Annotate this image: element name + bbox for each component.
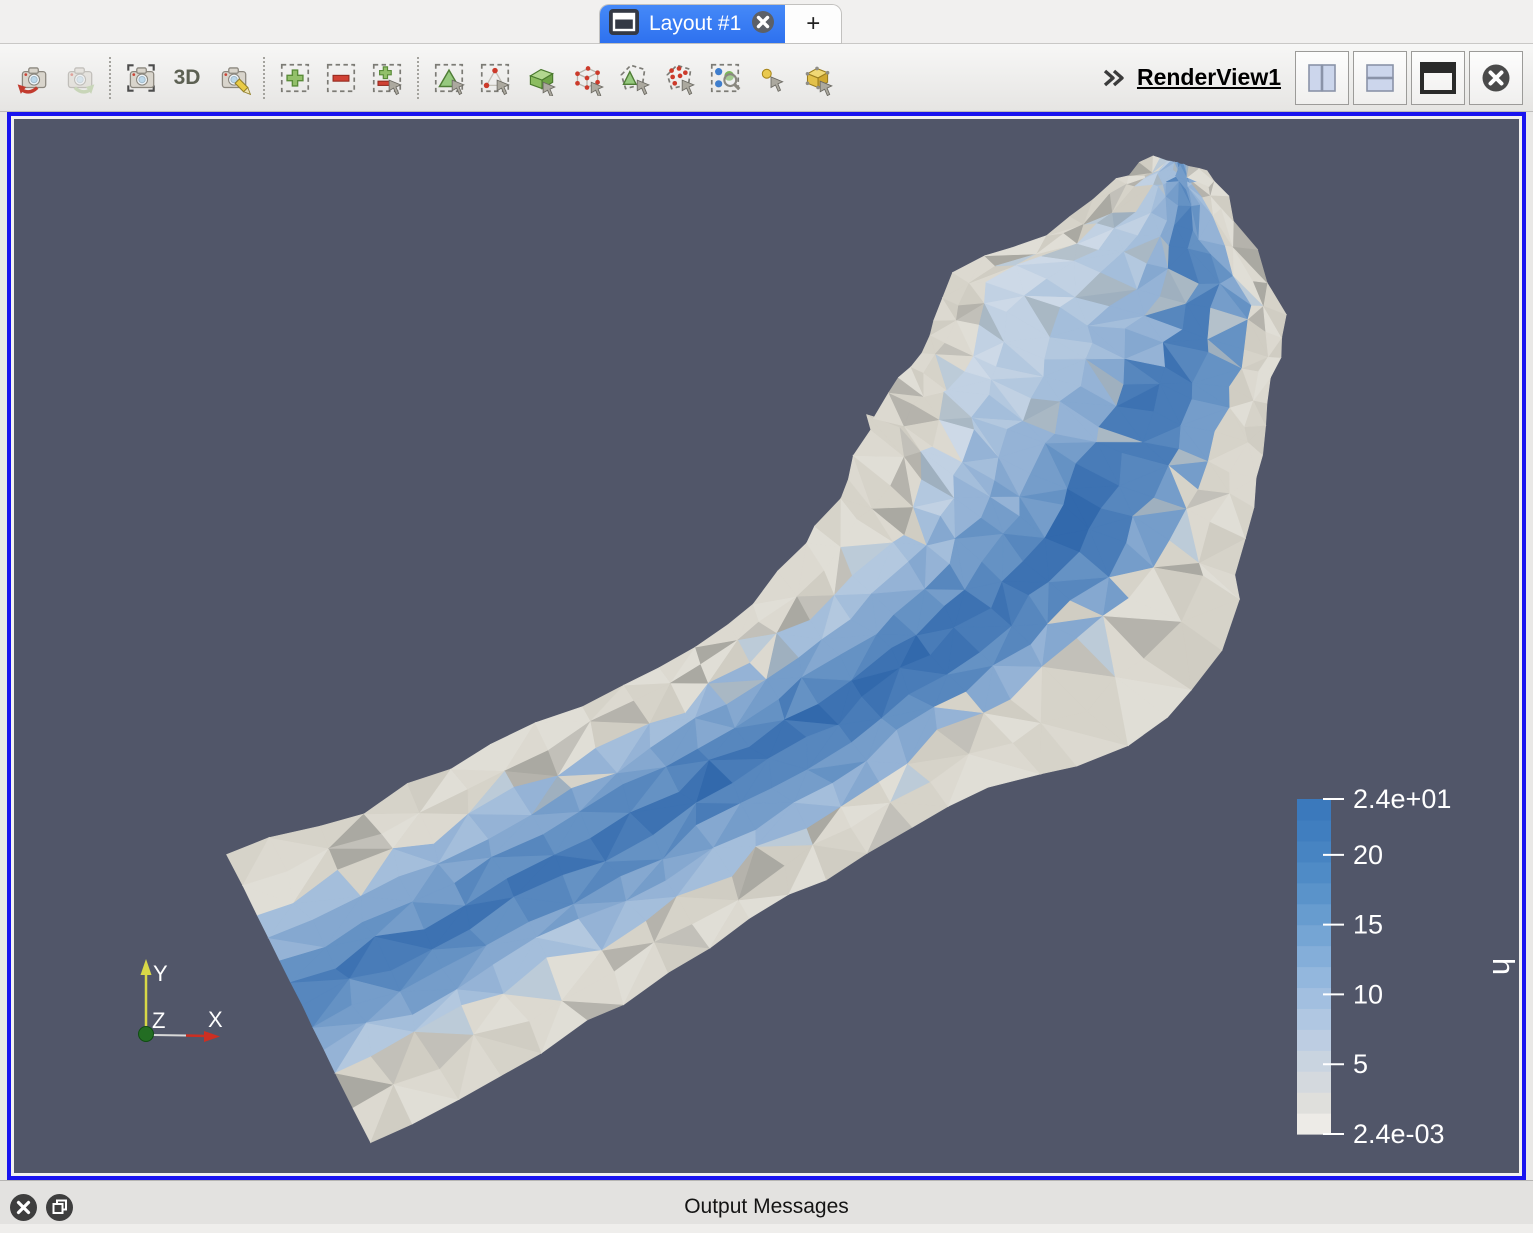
layout-tab[interactable]: Layout #1 bbox=[600, 5, 785, 43]
select-cells-through-icon bbox=[523, 60, 559, 96]
select-points-on-button[interactable] bbox=[472, 55, 518, 101]
interactive-select-button[interactable] bbox=[702, 55, 748, 101]
undo-camera-icon bbox=[15, 60, 51, 96]
new-tab-button[interactable]: + bbox=[785, 5, 841, 43]
edit-camera-icon bbox=[215, 60, 251, 96]
orientation-axes-widget: Y X Z bbox=[139, 959, 224, 1042]
svg-text:X: X bbox=[208, 1007, 223, 1032]
toolbar-separator bbox=[263, 57, 265, 99]
hover-cells-button[interactable] bbox=[794, 55, 840, 101]
svg-text:h: h bbox=[1486, 958, 1519, 975]
maximize-view-button[interactable] bbox=[1411, 51, 1465, 105]
close-view-button[interactable] bbox=[1469, 51, 1523, 105]
split-vertical-icon bbox=[1364, 62, 1396, 94]
layout-tab-title: Layout #1 bbox=[649, 12, 741, 36]
select-cells-through-button[interactable] bbox=[518, 55, 564, 101]
subtract-selection-button[interactable] bbox=[318, 55, 364, 101]
layout-icon bbox=[609, 9, 639, 40]
split-horizontal-button[interactable] bbox=[1295, 51, 1349, 105]
output-messages-dock: Output Messages bbox=[0, 1180, 1533, 1233]
svg-text:5: 5 bbox=[1353, 1049, 1368, 1079]
camera-toolbar: 3D bbox=[0, 44, 1533, 112]
modify-selection-button[interactable] bbox=[364, 55, 410, 101]
close-view-icon bbox=[1481, 63, 1511, 93]
hover-points-button[interactable] bbox=[748, 55, 794, 101]
split-vertical-button[interactable] bbox=[1353, 51, 1407, 105]
maximize-icon bbox=[1420, 62, 1456, 94]
svg-text:10: 10 bbox=[1353, 979, 1383, 1009]
add-selection-button[interactable] bbox=[272, 55, 318, 101]
select-cells-on-icon bbox=[431, 60, 467, 96]
undo-camera-button[interactable] bbox=[10, 55, 56, 101]
view-layout-buttons bbox=[1295, 51, 1523, 105]
svg-text:Z: Z bbox=[152, 1008, 165, 1033]
renderview-frame: Y X Z 2.4e+01 20 15 10 5 2.4e-03 h bbox=[7, 112, 1526, 1180]
render-viewport[interactable]: Y X Z 2.4e+01 20 15 10 5 2.4e-03 h bbox=[14, 119, 1519, 1173]
svg-text:2.4e+01: 2.4e+01 bbox=[1353, 784, 1451, 814]
redo-camera-button[interactable] bbox=[56, 55, 102, 101]
toolbar-overflow-button[interactable] bbox=[1097, 61, 1131, 95]
select-cells-polygon-icon bbox=[615, 60, 651, 96]
output-dock-title: Output Messages bbox=[0, 1195, 1533, 1219]
capture-screenshot-button[interactable] bbox=[118, 55, 164, 101]
svg-text:15: 15 bbox=[1353, 910, 1383, 940]
redo-camera-icon bbox=[61, 60, 97, 96]
select-points-on-icon bbox=[477, 60, 513, 96]
color-legend[interactable]: 2.4e+01 20 15 10 5 2.4e-03 h bbox=[1297, 784, 1519, 1149]
renderview-link[interactable]: RenderView1 bbox=[1137, 64, 1281, 91]
paraview-window: Layout #1 + 3D bbox=[0, 0, 1533, 1232]
hover-cells-icon bbox=[799, 60, 835, 96]
svg-text:20: 20 bbox=[1353, 840, 1383, 870]
layout-tab-bar: Layout #1 + bbox=[0, 0, 1533, 44]
select-points-through-icon bbox=[569, 60, 605, 96]
toolbar-separator bbox=[417, 57, 419, 99]
add-selection-icon bbox=[277, 60, 313, 96]
select-points-polygon-icon bbox=[661, 60, 697, 96]
capture-screenshot-icon bbox=[123, 60, 159, 96]
hover-points-icon bbox=[753, 60, 789, 96]
svg-text:Y: Y bbox=[153, 961, 168, 986]
close-tab-icon[interactable] bbox=[751, 10, 775, 39]
close-dock-button[interactable] bbox=[10, 1194, 37, 1221]
toolbar-separator bbox=[109, 57, 111, 99]
river-mesh bbox=[227, 156, 1287, 1143]
select-cells-on-button[interactable] bbox=[426, 55, 472, 101]
toggle-2d3d-button[interactable]: 3D bbox=[164, 55, 210, 101]
split-horizontal-icon bbox=[1306, 62, 1338, 94]
float-dock-icon bbox=[52, 1199, 68, 1215]
edit-camera-button[interactable] bbox=[210, 55, 256, 101]
close-dock-icon bbox=[16, 1200, 31, 1215]
select-points-polygon-button[interactable] bbox=[656, 55, 702, 101]
double-chevron-icon bbox=[1100, 64, 1128, 92]
svg-text:2.4e-03: 2.4e-03 bbox=[1353, 1119, 1445, 1149]
subtract-selection-icon bbox=[323, 60, 359, 96]
select-points-through-button[interactable] bbox=[564, 55, 610, 101]
modify-selection-icon bbox=[369, 60, 405, 96]
interactive-select-icon bbox=[707, 60, 743, 96]
float-dock-button[interactable] bbox=[46, 1194, 73, 1221]
select-cells-polygon-button[interactable] bbox=[610, 55, 656, 101]
